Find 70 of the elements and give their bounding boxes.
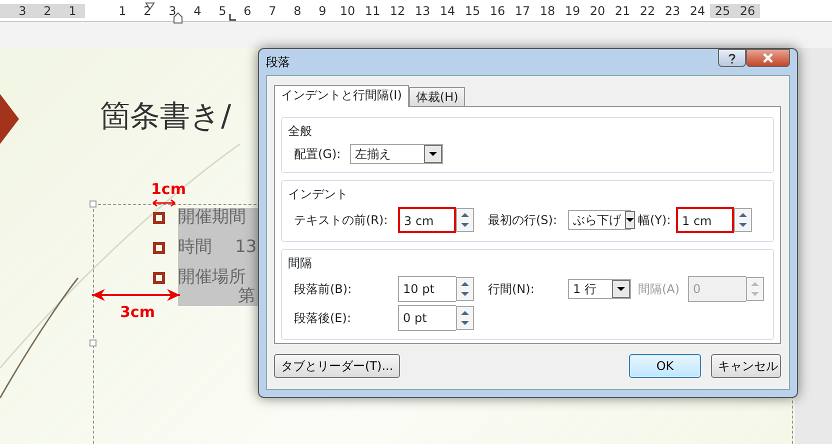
field-label: 段落前(B):: [294, 282, 352, 296]
field-label: 行間(N):: [488, 282, 534, 296]
field-label: 段落後(E):: [294, 311, 351, 325]
ruler-number: 19: [564, 4, 582, 18]
ruler-number: 18: [538, 4, 556, 18]
dialog-button[interactable]: タブとリーダー(T)...: [274, 354, 400, 378]
ruler-number: 3: [168, 4, 178, 18]
ruler-number: 16: [488, 4, 506, 18]
ruler-number: 24: [688, 4, 706, 18]
ruler-number: 8: [292, 4, 302, 18]
resize-handle-icon: [89, 339, 97, 347]
measure-label: 3cm: [120, 302, 155, 323]
caret-icon: [626, 218, 634, 222]
ruler-number: 9: [318, 4, 328, 18]
diamond-shape-icon: [0, 94, 20, 144]
field-label: テキストの前(R):: [294, 213, 388, 227]
ruler-number: 11: [364, 4, 382, 18]
field-label: 配置(G):: [294, 147, 341, 161]
ruler-number: 23: [664, 4, 682, 18]
tab[interactable]: 体裁(H): [408, 87, 466, 106]
ruler-number: 17: [514, 4, 532, 18]
group-title: 全般: [288, 123, 313, 140]
bullet-text: 第: [238, 285, 255, 308]
bullet-text: 時間: [178, 236, 212, 259]
tab-stop-icon: [229, 14, 236, 21]
ruler-number: 1: [118, 4, 128, 18]
help-icon: [728, 52, 736, 64]
bullet-text: 開催場所: [178, 266, 246, 287]
close-icon: [763, 53, 773, 63]
ruler-number: 2: [42, 4, 52, 18]
ruler-number: 25: [710, 4, 735, 18]
bullet-icon: [153, 242, 165, 254]
ruler-number: 12: [388, 4, 406, 18]
group-title: 間隔: [288, 255, 313, 272]
bullet-text: 13: [235, 236, 257, 259]
help-button[interactable]: [718, 49, 746, 67]
dropdown-field[interactable]: 1 行: [568, 279, 631, 299]
ruler-number: 14: [438, 4, 456, 18]
bullet-icon: [153, 212, 165, 224]
ruler-number: 3: [18, 4, 28, 18]
ruler-number: 13: [414, 4, 432, 18]
field-label: 幅(Y):: [638, 213, 671, 227]
ruler-number: 10: [338, 4, 356, 18]
ruler-number: 22: [638, 4, 656, 18]
ruler-number: 5: [218, 4, 228, 18]
ruler-number: 20: [588, 4, 606, 18]
ruler-number: 26: [735, 4, 760, 18]
bullet-icon: [153, 272, 165, 284]
dropdown-field[interactable]: 左揃え: [350, 144, 443, 164]
field-label: 間隔(A): [638, 282, 680, 296]
bullet-text: 開催期間: [178, 206, 246, 229]
resize-handle-icon: [89, 200, 97, 208]
tab[interactable]: インデントと行間隔(I): [274, 85, 409, 107]
dialog-button[interactable]: OK: [629, 354, 701, 378]
ruler-number: 1: [68, 4, 78, 18]
field-label: 最初の行(S):: [488, 213, 558, 227]
measure-arrow: [152, 199, 176, 207]
ruler-number: 15: [464, 4, 482, 18]
measure-label: 1cm: [151, 179, 186, 200]
ruler-number: 4: [192, 4, 202, 18]
dialog-title: 段落: [266, 54, 290, 71]
caret-icon: [617, 286, 625, 292]
group-title: インデント: [288, 186, 349, 203]
caret-icon: [429, 152, 437, 156]
ruler-number: 7: [268, 4, 278, 18]
ruler-number: 21: [614, 4, 632, 18]
dialog-button[interactable]: キャンセル: [711, 354, 781, 378]
close-button[interactable]: [746, 49, 790, 67]
slide-title: 箇条書き/: [100, 98, 232, 136]
ruler-number: 6: [242, 4, 252, 18]
